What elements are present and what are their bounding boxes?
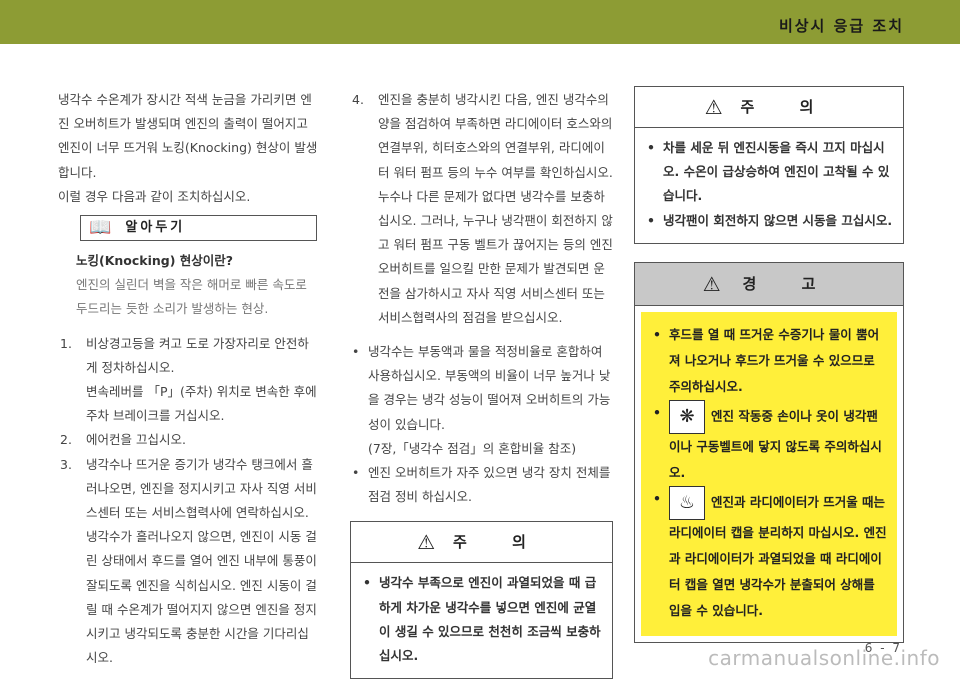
step-list: 1. 비상경고등을 켜고 도로 가장자리로 안전하게 정차하십시오. 변속레버를… [58, 332, 320, 671]
list-item: • 냉각수는 부동액과 물을 적정비율로 혼합하여 사용하십시오. 부동액의 비율… [352, 344, 611, 456]
list-item: • 엔진 오버히트가 자주 있으면 냉각 장치 전체를 점검 정비 하십시오. [352, 465, 611, 505]
warning-triangle-icon: ⚠ [702, 271, 721, 296]
note-bullets: • 냉각수는 부동액과 물을 적정비율로 혼합하여 사용하십시오. 부동액의 비율… [350, 340, 614, 509]
tip-box: 📖 알아두기 [80, 215, 317, 242]
list-item: • 냉각팬이 회전하지 않으면 시동을 끄십시오. [647, 212, 893, 228]
warning-triangle-icon: ⚠ [417, 530, 436, 555]
list-item: 3. 냉각수나 뜨거운 증기가 냉각수 탱크에서 흘러나오면, 엔진을 정지시키… [60, 456, 317, 666]
intro-paragraph: 냉각수 수온계가 장시간 적색 눈금을 가리키면 엔진 오버히트가 발생되며 엔… [58, 92, 318, 180]
caution-body: • 차를 세운 뒤 엔진시동을 즉시 끄지 마십시오. 수온이 급상승하여 엔진이… [635, 127, 903, 243]
caution-header: ⚠ 주 의 [704, 94, 834, 119]
book-icon: 📖 [89, 216, 112, 238]
list-item: • ❋ 엔진 작동중 손이나 옷이 냉각팬이나 구동벨트에 닿지 않도록 주의하십시… [651, 399, 887, 486]
column-right: ⚠ 주 의 • 차를 세운 뒤 엔진시동을 즉시 끄지 마십시오. 수온이 급상승… [634, 86, 904, 643]
tip-text: 엔진의 실린더 벽을 작은 해머로 빠른 속도로 두드리는 듯한 소리가 발생하… [76, 277, 307, 317]
tip-label: 알아두기 [125, 219, 186, 235]
list-item: 2. 에어컨을 끄십시오. [60, 432, 186, 448]
hot-radiator-icon: ♨ [669, 485, 705, 520]
list-item: • ♨ 엔진과 라디에이터가 뜨거울 때는 라디에이터 캡을 분리하지 마십시오. … [651, 485, 887, 624]
caution-box: ⚠ 주 의 • 차를 세운 뒤 엔진시동을 즉시 끄지 마십시오. 수온이 급상승… [634, 86, 904, 244]
warning-triangle-icon: ⚠ [704, 94, 723, 119]
fan-hazard-icon: ❋ [669, 399, 705, 434]
column-left: 냉각수 수온계가 장시간 적색 눈금을 가리키면 엔진 오버히트가 발생되며 엔… [58, 88, 320, 670]
list-item: • 차를 세운 뒤 엔진시동을 즉시 끄지 마십시오. 수온이 급상승하여 엔진이… [647, 140, 890, 204]
step-list-continued: 4. 엔진을 충분히 냉각시킨 다음, 엔진 냉각수의 양을 점검하여 부족하면… [350, 88, 614, 330]
warning-header: ⚠ 경 고 [635, 262, 903, 306]
column-middle: 4. 엔진을 충분히 냉각시킨 다음, 엔진 냉각수의 양을 점검하여 부족하면… [350, 88, 614, 679]
caution-box: ⚠ 주 의 • 냉각수 부족으로 엔진이 과열되었을 때 급하게 차가운 냉각수를… [350, 521, 613, 679]
intro-instruction: 이럴 경우 다음과 같이 조치하십시오. [58, 188, 251, 204]
list-item: 1. 비상경고등을 켜고 도로 가장자리로 안전하게 정차하십시오. 변속레버를… [60, 335, 317, 424]
watermark: carmanualsonline.info [708, 646, 940, 670]
list-item: 4. 엔진을 충분히 냉각시킨 다음, 엔진 냉각수의 양을 점검하여 부족하면… [352, 92, 613, 325]
section-title: 비상시 응급 조치 [778, 17, 904, 35]
caution-header: ⚠ 주 의 [417, 530, 546, 555]
warning-body: • 후드를 열 때 뜨거운 수증기나 물이 뿜어져 나오거나 후드가 뜨거울 수 … [641, 311, 897, 636]
tip-title: 노킹(Knocking) 현상이란? [76, 253, 234, 269]
caution-body: • 냉각수 부족으로 엔진이 과열되었을 때 급하게 차가운 냉각수를 넣으면 엔… [351, 562, 612, 678]
list-item: • 냉각수 부족으로 엔진이 과열되었을 때 급하게 차가운 냉각수를 넣으면 엔… [363, 575, 601, 664]
list-item: • 후드를 열 때 뜨거운 수증기나 물이 뿜어져 나오거나 후드가 뜨거울 수 … [653, 326, 880, 394]
warning-box: ⚠ 경 고 • 후드를 열 때 뜨거운 수증기나 물이 뿜어져 나오거나 후드가 … [634, 261, 904, 643]
